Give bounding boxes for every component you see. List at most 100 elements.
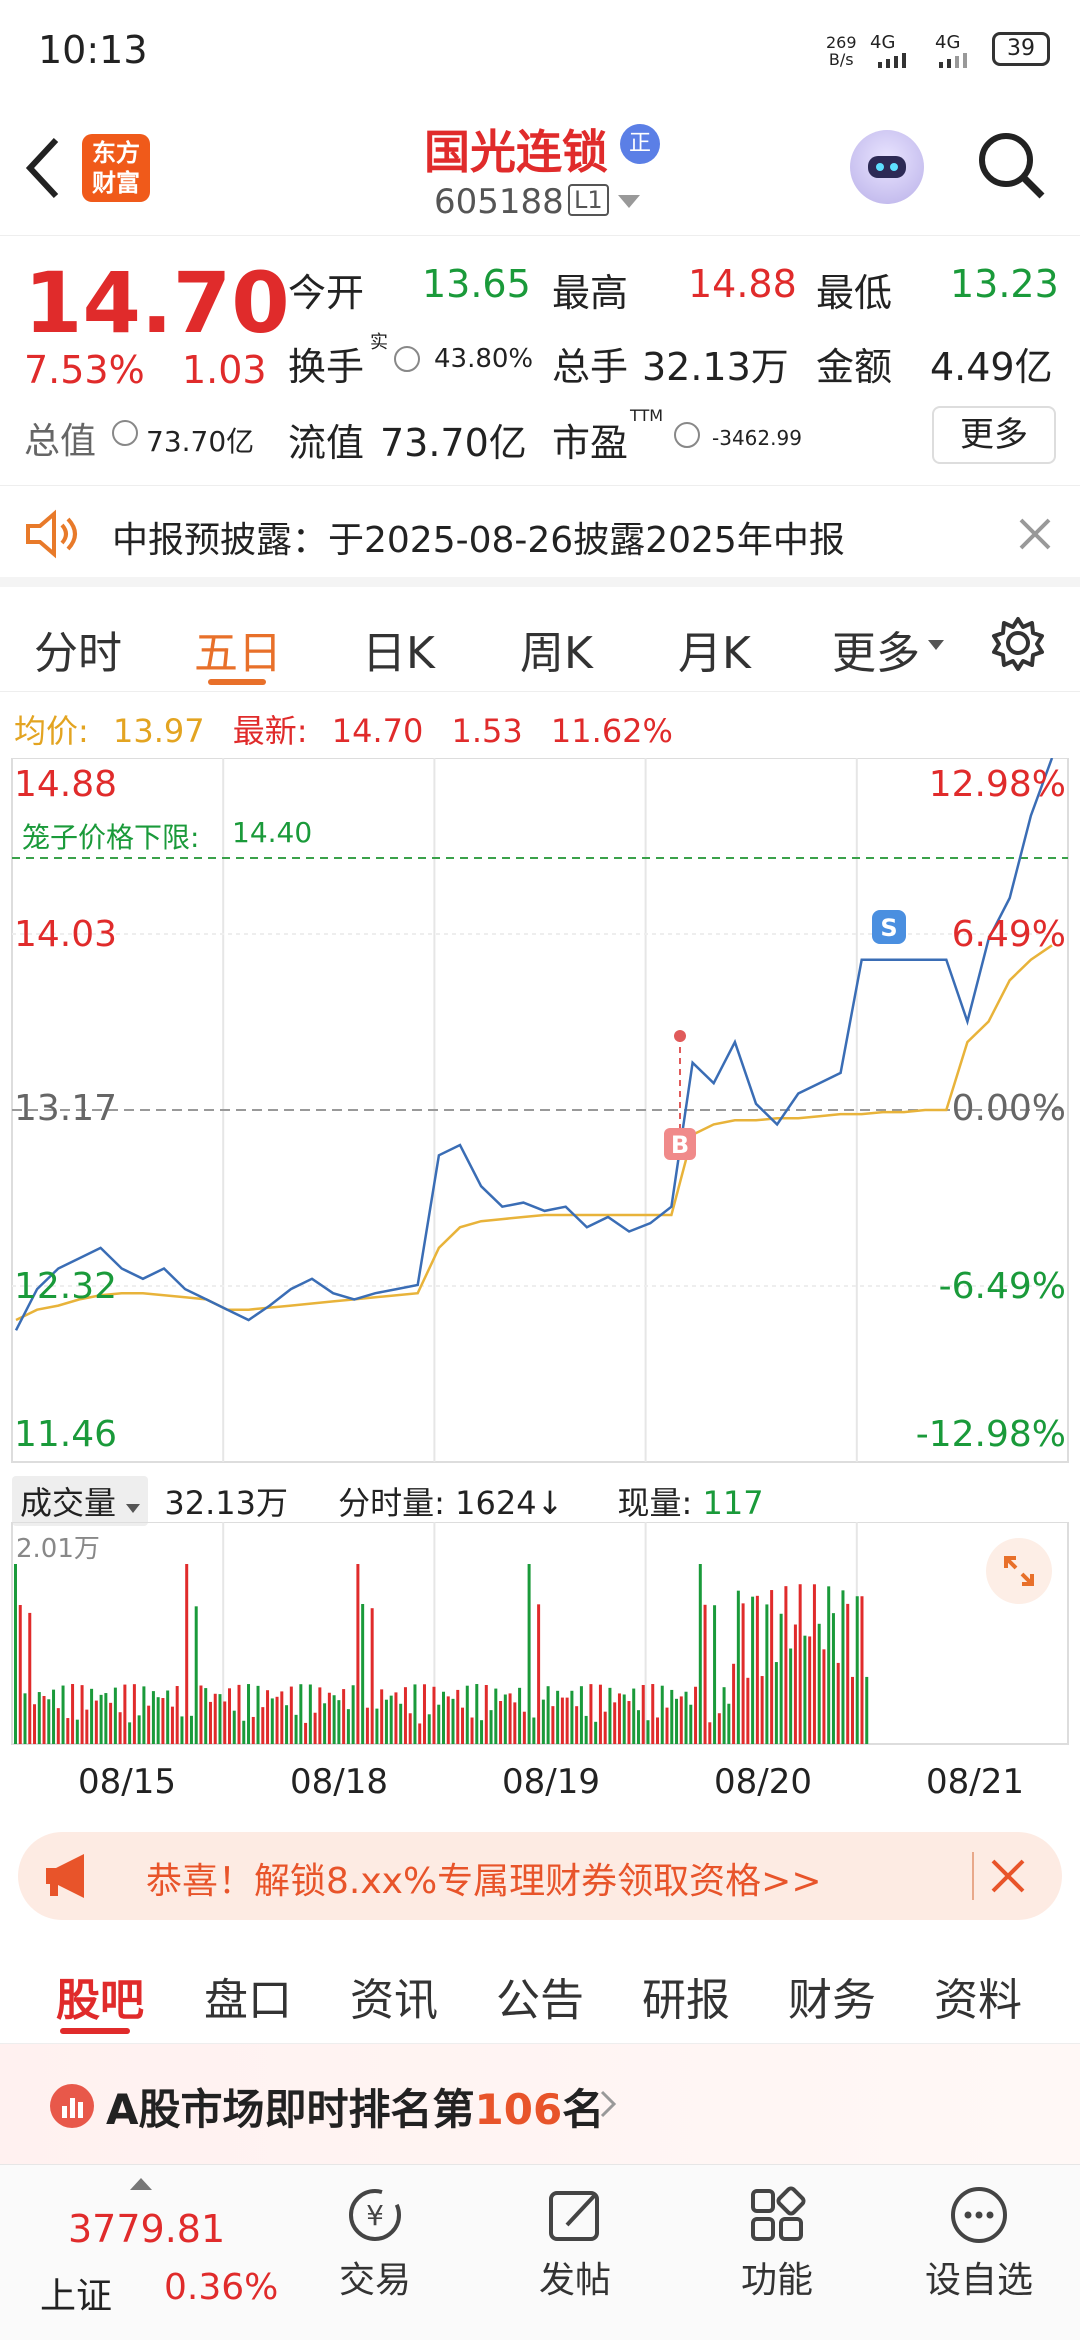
y-tick-right-2: 0.00% [951, 1088, 1066, 1129]
tab-announcement[interactable]: 公告 [496, 1964, 584, 2028]
volume-bar [465, 1685, 469, 1744]
volume-bar [632, 1688, 636, 1744]
volume-bar [403, 1687, 407, 1744]
volume-bar [285, 1705, 289, 1744]
volume-bar [556, 1690, 560, 1744]
index-value[interactable]: 3779.81 [68, 2207, 225, 2251]
status-bar: 10:13 269 B/s 4G 4G 39 [0, 0, 1080, 100]
tab-profile[interactable]: 资料 [934, 1964, 1022, 2028]
five-day-chart[interactable]: 均价: 13.97 最新: 14.70 1.53 11.62% B S 14.8… [0, 692, 1080, 1812]
gear-icon[interactable] [990, 615, 1046, 675]
volume-bar [565, 1697, 569, 1744]
tab-monthly-k[interactable]: 月K [678, 617, 751, 681]
notice-bar[interactable]: 中报预披露：于2025-08-26披露2025年中报 [0, 487, 1080, 587]
search-icon[interactable] [976, 130, 1046, 204]
robot-assistant-icon[interactable] [850, 130, 924, 204]
tab-research[interactable]: 研报 [642, 1964, 730, 2028]
volume-bar [242, 1720, 246, 1744]
price-chart[interactable]: B S [0, 758, 1080, 1464]
close-icon[interactable] [1018, 517, 1052, 555]
volume-bar [689, 1704, 693, 1744]
index-name: 上证 [40, 2276, 113, 2317]
limit-label: 笼子价格下限: [22, 821, 200, 854]
back-icon[interactable] [22, 136, 62, 204]
chevron-down-icon[interactable] [928, 637, 944, 656]
chevron-up-icon[interactable] [130, 2175, 152, 2194]
level-badge[interactable]: L1 [568, 184, 609, 216]
latest-value: 14.70 [331, 712, 424, 750]
date-tick-2: 08/19 [502, 1762, 600, 1802]
pe-value: -3462.99 [712, 426, 802, 450]
mktcap-value: 73.70亿 [146, 425, 255, 458]
content-tabs: 股吧 盘口 资讯 公告 研报 财务 资料 [0, 1940, 1080, 2044]
volume-bar [713, 1605, 717, 1744]
date-tick-3: 08/20 [714, 1762, 812, 1802]
volume-bar [237, 1684, 241, 1744]
rank-text: A股市场即时排名第106名 [106, 2076, 604, 2137]
volume-bar [228, 1688, 231, 1744]
volume-bar [765, 1604, 769, 1744]
info-icon[interactable] [674, 422, 700, 448]
promo-banner[interactable]: 恭喜！解锁8.xx%专属理财券领取资格>> [18, 1832, 1062, 1920]
tab-weekly-k[interactable]: 周K [520, 617, 593, 681]
volume-bar [118, 1712, 122, 1744]
volume-bar [594, 1721, 598, 1744]
expand-icon[interactable] [986, 1538, 1052, 1604]
volume-bar [23, 1693, 27, 1744]
volume-bar [375, 1708, 379, 1744]
nav-post[interactable]: 发帖 [500, 2185, 650, 2303]
volume-bar [213, 1693, 217, 1744]
volume-bar [608, 1687, 612, 1744]
chevron-right-icon[interactable] [600, 2090, 617, 2122]
megaphone-icon [42, 1852, 94, 1904]
info-icon[interactable] [112, 420, 138, 446]
tab-guba[interactable]: 股吧 [56, 1964, 144, 2028]
rank-banner[interactable]: A股市场即时排名第106名 [0, 2044, 1080, 2164]
volume-bar [137, 1715, 141, 1744]
open-value: 13.65 [422, 262, 531, 306]
volume-bar [342, 1689, 346, 1744]
net-speed-unit: B/s [828, 50, 854, 69]
close-icon[interactable] [990, 1858, 1026, 1898]
volume-bar [584, 1715, 588, 1744]
nav-trade[interactable]: ¥ 交易 [300, 2185, 450, 2303]
volume-bar [522, 1711, 526, 1744]
volume-bar [394, 1692, 398, 1744]
tab-finance[interactable]: 财务 [788, 1964, 876, 2028]
y-tick-left-3: 12.32 [14, 1266, 118, 1307]
volume-bar [33, 1704, 37, 1744]
chevron-down-icon[interactable] [618, 194, 640, 213]
index-pct: 0.36% [164, 2267, 279, 2308]
info-icon[interactable] [394, 346, 420, 372]
volume-bar [299, 1684, 303, 1744]
volume-bar [332, 1695, 336, 1744]
nav-functions[interactable]: 功能 [702, 2185, 852, 2303]
volume-bar [80, 1685, 84, 1744]
tab-news[interactable]: 资讯 [350, 1964, 438, 2028]
volume-bar [456, 1689, 460, 1744]
volume-bar [365, 1707, 369, 1744]
volume-bar [579, 1686, 583, 1744]
tab-more[interactable]: 更多 [832, 617, 920, 681]
float-label: 流值 [288, 421, 365, 465]
brand-logo[interactable]: 东方 财富 [82, 134, 150, 202]
current-volume-value: 117 [702, 1484, 764, 1522]
tab-five-day[interactable]: 五日 [194, 617, 282, 681]
nav-add-watchlist[interactable]: 设自选 [904, 2185, 1054, 2303]
volume-bar [270, 1698, 274, 1744]
volume-bar [751, 1596, 755, 1744]
volume-bar [470, 1717, 474, 1744]
volume-chart[interactable] [0, 1522, 1080, 1748]
tab-intraday[interactable]: 分时 [34, 617, 122, 681]
tab-daily-k[interactable]: 日K [362, 617, 435, 681]
net-speed-value: 269 [826, 33, 857, 52]
volume-bar [380, 1689, 384, 1744]
volume-bar [603, 1711, 607, 1744]
more-button[interactable]: 更多 [932, 406, 1056, 464]
volume-bar [841, 1590, 845, 1744]
stock-name[interactable]: 国光连锁 [424, 116, 608, 182]
tab-pankou[interactable]: 盘口 [204, 1964, 292, 2028]
volume-selector[interactable]: 成交量 [12, 1476, 149, 1526]
volume-bar [94, 1700, 98, 1744]
y-tick-right-1: 6.49% [951, 914, 1066, 955]
